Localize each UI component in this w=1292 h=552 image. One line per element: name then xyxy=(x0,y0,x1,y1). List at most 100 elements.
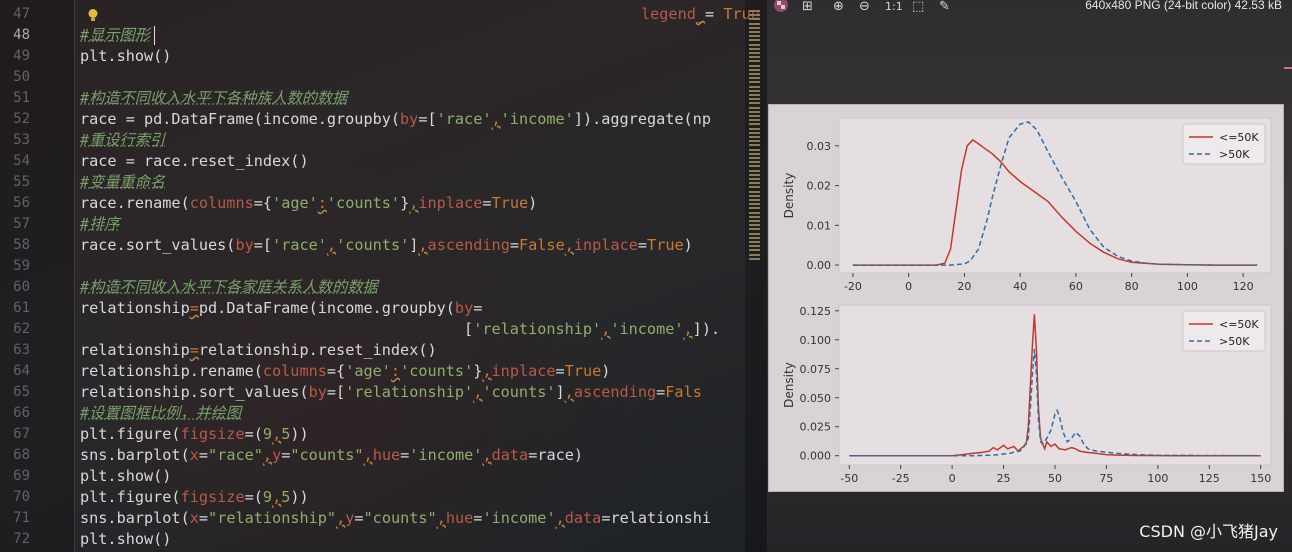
code-token: )) xyxy=(290,425,309,443)
code-token: = xyxy=(637,236,648,254)
code-line[interactable]: sns.barplot(x="race",y="counts",hue='inc… xyxy=(80,445,583,466)
y-tick-label: 0.02 xyxy=(807,180,832,193)
lightbulb-icon[interactable] xyxy=(86,8,100,22)
x-tick-label: -20 xyxy=(844,280,862,293)
code-line[interactable]: plt.figure(figsize=(9,5)) xyxy=(80,424,309,445)
scroll-marker xyxy=(749,22,760,25)
x-tick-label: 150 xyxy=(1250,472,1271,485)
scroll-marker xyxy=(749,211,760,214)
code-line[interactable]: #重设行索引 xyxy=(80,130,165,151)
code-line[interactable]: race = race.reset_index() xyxy=(80,151,309,172)
y-tick-label: 0.00 xyxy=(807,259,832,272)
scroll-marker xyxy=(749,106,760,109)
line-number: 58 xyxy=(13,237,30,253)
code-line[interactable]: ['relationship','income',]). xyxy=(80,319,720,340)
x-tick-label: 120 xyxy=(1233,280,1254,293)
code-token: plt.show() xyxy=(80,530,172,548)
code-token: = xyxy=(473,299,483,317)
code-line[interactable]: relationship.rename(columns={'age':'coun… xyxy=(80,361,610,382)
code-line[interactable]: race.sort_values(by=['race','counts'],as… xyxy=(80,235,693,256)
line-number: 51 xyxy=(13,90,30,106)
code-token: figsize xyxy=(180,488,245,506)
code-token: , xyxy=(601,320,611,338)
scroll-marker xyxy=(749,236,760,239)
image-viewer: ⊞ ⊕ ⊖ 1:1 ⬚ ✎ 640x480 PNG (24-bit color)… xyxy=(767,0,1292,552)
code-token: 9 xyxy=(262,425,273,443)
scroll-marker xyxy=(749,60,760,63)
code-line[interactable]: plt.show() xyxy=(80,46,171,67)
checkerboard-icon[interactable] xyxy=(773,0,789,13)
y-tick-label: 0.100 xyxy=(800,334,832,347)
code-editor[interactable]: 47 48 49 50 51 52 53 54 55 56 57 58 59 60 61 62 63 64 65 66… xyxy=(0,0,767,552)
code-token: ) xyxy=(528,194,538,212)
zoom-in-icon[interactable]: ⊕ xyxy=(833,0,844,14)
x-tick-label: -50 xyxy=(840,472,858,485)
scroll-marker xyxy=(749,215,760,218)
code-token: race.sort_values( xyxy=(80,236,236,254)
line-number: 50 xyxy=(13,69,30,85)
code-token: =[ xyxy=(253,236,273,254)
code-token: #变量重命名 xyxy=(80,173,166,191)
scroll-marker xyxy=(749,115,760,117)
code-line[interactable]: #变量重命名 xyxy=(80,172,165,193)
code-token: pd.DataFrame(income.groupby( xyxy=(198,299,455,317)
code-token: columns xyxy=(189,194,254,212)
scroll-marker xyxy=(749,257,760,260)
code-token: False xyxy=(519,236,565,254)
actual-size-button[interactable]: 1:1 xyxy=(885,0,903,13)
code-line[interactable]: plt.show() xyxy=(80,466,171,487)
code-token: = xyxy=(482,194,492,212)
code-token: 'relationship' xyxy=(345,383,474,401)
scroll-marker xyxy=(749,85,760,88)
edit-icon[interactable]: ✎ xyxy=(939,0,950,14)
grid-icon[interactable]: ⊞ xyxy=(802,0,813,14)
code-token: plt.figure( xyxy=(80,488,181,506)
zoom-out-icon[interactable]: ⊖ xyxy=(859,0,870,14)
code-token: #设置图框比例，并绘图 xyxy=(80,404,242,422)
scroll-marker xyxy=(749,119,760,122)
code-token: hue xyxy=(372,446,401,464)
line-number: 59 xyxy=(13,258,30,274)
code-line[interactable]: race.rename(columns={'age':'counts'},inp… xyxy=(80,193,537,214)
code-token: #构造不同收入水平下各家庭关系人数的数据 xyxy=(80,278,378,296)
x-tick-label: 80 xyxy=(1125,280,1139,293)
code-token: =[ xyxy=(418,110,437,128)
line-number: 56 xyxy=(13,195,30,211)
code-token: , xyxy=(482,446,492,464)
code-line[interactable]: #排序 xyxy=(80,214,120,235)
code-line[interactable]: plt.show() xyxy=(80,529,171,550)
x-tick-label: 100 xyxy=(1147,472,1168,485)
editor-scrollbar[interactable] xyxy=(745,0,767,552)
code-token: } xyxy=(400,194,410,212)
fit-icon[interactable]: ⬚ xyxy=(912,0,924,14)
code-token: ascending xyxy=(573,383,657,401)
scroll-marker xyxy=(749,43,760,46)
code-token: = xyxy=(189,299,199,317)
code-line[interactable]: #构造不同收入水平下各种族人数的数据 xyxy=(80,88,347,109)
code-token: race = race.reset_index() xyxy=(80,152,309,170)
code-token: 5 xyxy=(281,488,291,506)
code-token: =relationshi xyxy=(601,509,712,527)
code-line[interactable]: sns.barplot(x="relationship",y="counts",… xyxy=(80,508,711,529)
scroll-marker xyxy=(749,199,760,201)
code-line[interactable]: relationship=relationship.reset_index() xyxy=(80,340,437,361)
code-token: True xyxy=(564,362,602,380)
code-line[interactable]: race = pd.DataFrame(income.groupby(by=['… xyxy=(80,109,711,130)
code-line[interactable]: #显示图形 xyxy=(80,25,150,46)
scroll-marker xyxy=(749,144,760,147)
code-token: race = pd.DataFrame(income.groupby( xyxy=(80,110,401,128)
code-line[interactable]: legend_= True xyxy=(641,4,760,25)
scroll-marker xyxy=(749,98,760,101)
code-token: , xyxy=(564,236,574,254)
code-line[interactable]: relationship.sort_values(by=['relationsh… xyxy=(80,382,702,403)
code-line[interactable]: #构造不同收入水平下各家庭关系人数的数据 xyxy=(80,277,378,298)
code-line[interactable]: plt.figure(figsize=(9,5)) xyxy=(80,487,309,508)
code-line[interactable]: #设置图框比例，并绘图 xyxy=(80,403,241,424)
code-token: "counts" xyxy=(290,446,364,464)
code-line[interactable]: relationship=pd.DataFrame(income.groupby… xyxy=(80,298,482,319)
x-tick-label: 100 xyxy=(1177,280,1198,293)
code-token: , xyxy=(272,425,282,443)
code-token: , xyxy=(262,446,273,464)
code-token: inplace xyxy=(573,236,638,254)
line-number: 60 xyxy=(13,279,30,295)
